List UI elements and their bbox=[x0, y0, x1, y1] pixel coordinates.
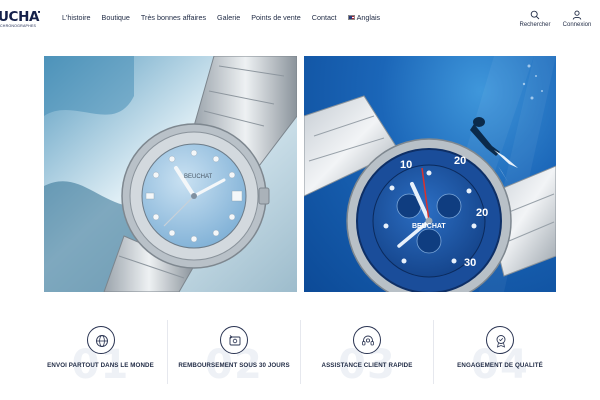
nav-item-bonnes-affaires[interactable]: Très bonnes affaires bbox=[141, 13, 206, 22]
support-icon bbox=[353, 326, 381, 354]
main-nav: L'histoire Boutique Très bonnes affaires… bbox=[62, 13, 391, 22]
nav-item-language[interactable]: Anglais bbox=[347, 13, 381, 22]
search-icon bbox=[530, 10, 540, 20]
svg-text:20: 20 bbox=[476, 207, 488, 219]
logo-subtext: CHRONOGRAPHES bbox=[0, 24, 37, 28]
logo-text: UCHAT bbox=[0, 9, 40, 25]
svg-text:30: 30 bbox=[464, 257, 476, 269]
svg-text:20: 20 bbox=[454, 155, 466, 167]
language-label: Anglais bbox=[356, 13, 381, 22]
nav-item-galerie[interactable]: Galerie bbox=[217, 13, 240, 22]
feature-support: 03 ASSISTANCE CLIENT RAPIDE bbox=[300, 320, 433, 388]
feature-label: ASSISTANCE CLIENT RAPIDE bbox=[321, 362, 413, 369]
feature-label: ENVOI PARTOUT DANS LE MONDE bbox=[47, 362, 154, 369]
nav-item-points-de-vente[interactable]: Points de vente bbox=[251, 13, 301, 22]
login-button[interactable]: Connexion bbox=[558, 10, 596, 28]
hero-image-dive-watch[interactable]: 10 20 20 30 BEUCHAT bbox=[304, 56, 556, 292]
hero-image-silver-watch[interactable]: BEUCHAT bbox=[44, 56, 297, 292]
user-icon bbox=[572, 10, 582, 20]
refund-icon bbox=[220, 326, 248, 354]
search-button[interactable]: Rechercher bbox=[517, 10, 553, 28]
quality-badge-icon bbox=[486, 326, 514, 354]
login-label: Connexion bbox=[562, 22, 592, 28]
svg-text:10: 10 bbox=[400, 159, 412, 171]
nav-item-contact[interactable]: Contact bbox=[312, 13, 337, 22]
silver-watch-illustration: BEUCHAT bbox=[44, 56, 297, 292]
right-watch-brand: BEUCHAT bbox=[412, 223, 446, 230]
features-row: 01 ENVOI PARTOUT DANS LE MONDE 02 REMBOU… bbox=[34, 320, 566, 388]
feature-quality: 04 ENGAGEMENT DE QUALITÉ bbox=[433, 320, 566, 388]
world-shipping-icon bbox=[86, 326, 115, 354]
feature-label: ENGAGEMENT DE QUALITÉ bbox=[457, 362, 543, 369]
nav-item-histoire[interactable]: L'histoire bbox=[62, 13, 91, 22]
dive-watch-illustration: 10 20 20 30 BEUCHAT bbox=[304, 56, 556, 292]
site-header: UCHAT CHRONOGRAPHES L'histoire Boutique … bbox=[0, 0, 600, 40]
search-label: Rechercher bbox=[519, 22, 551, 28]
uk-flag-icon bbox=[347, 15, 355, 20]
left-watch-brand: BEUCHAT bbox=[184, 174, 213, 180]
nav-item-boutique[interactable]: Boutique bbox=[102, 13, 130, 22]
brand-logo[interactable]: UCHAT CHRONOGRAPHES bbox=[0, 9, 40, 33]
feature-refund: 02 REMBOURSEMENT SOUS 30 JOURS bbox=[167, 320, 300, 388]
feature-label: REMBOURSEMENT SOUS 30 JOURS bbox=[178, 362, 290, 369]
feature-shipping: 01 ENVOI PARTOUT DANS LE MONDE bbox=[34, 320, 167, 388]
